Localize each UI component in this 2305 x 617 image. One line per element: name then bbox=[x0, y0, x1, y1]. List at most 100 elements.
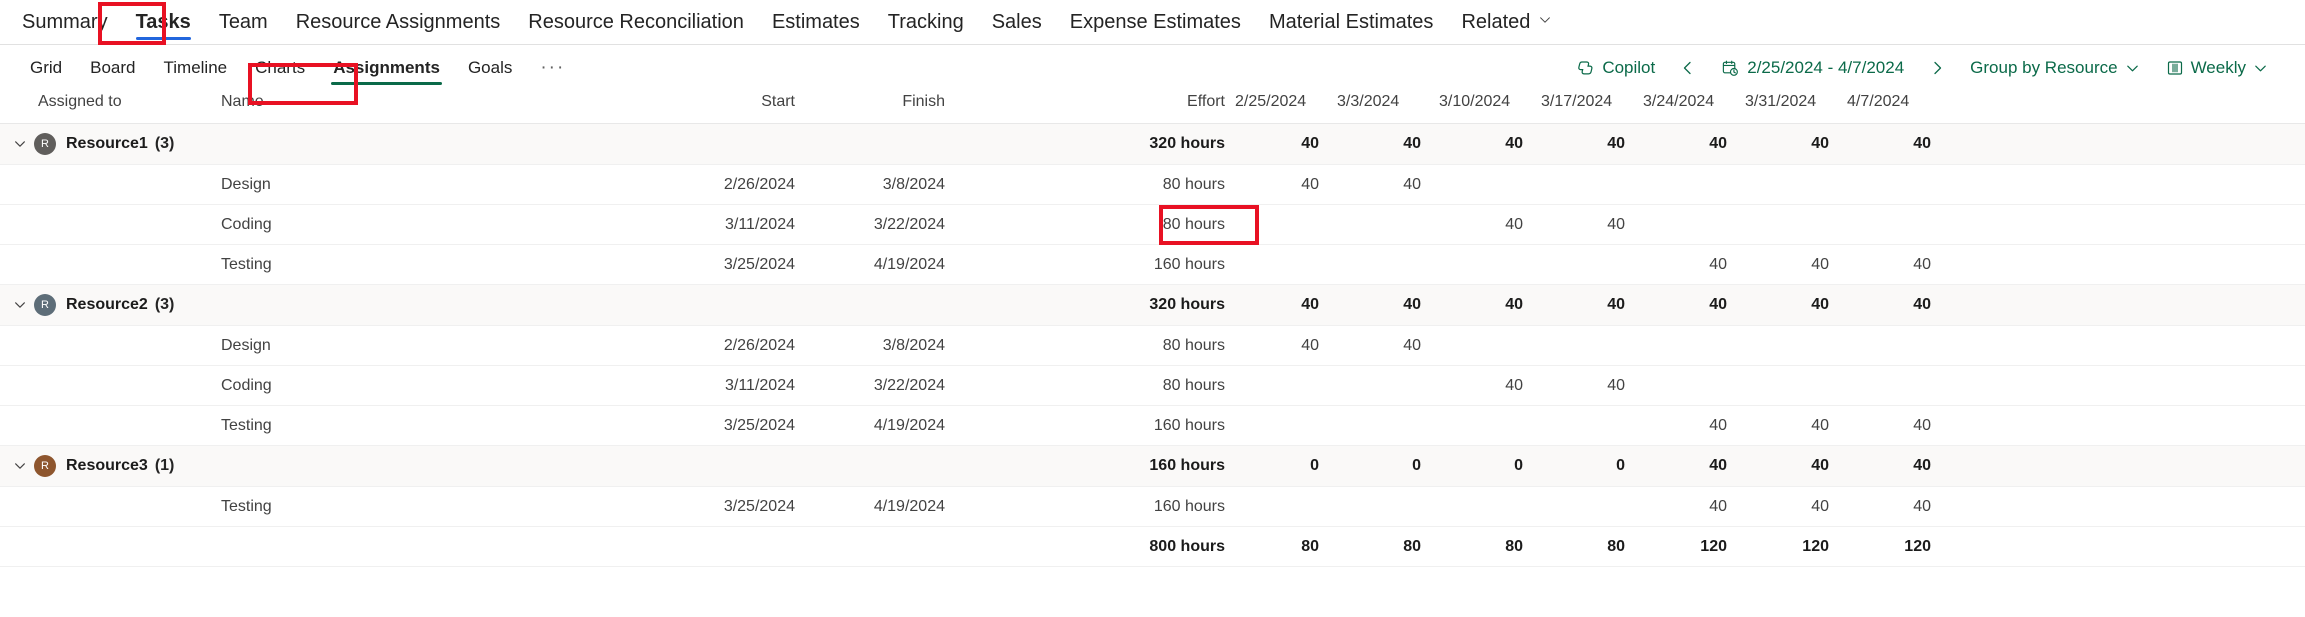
task-name-cell[interactable]: Coding bbox=[215, 216, 645, 234]
task-effort-cell[interactable]: 160 hours bbox=[1025, 498, 1225, 516]
task-name-cell[interactable]: Testing bbox=[215, 417, 645, 435]
week-value-cell[interactable]: 40 bbox=[1327, 337, 1429, 355]
column-header-week[interactable]: 3/10/2024 bbox=[1429, 93, 1531, 111]
week-value-cell[interactable]: 40 bbox=[1633, 498, 1735, 516]
week-value-cell[interactable]: 40 bbox=[1837, 457, 1939, 475]
column-header-week[interactable]: 2/25/2024 bbox=[1225, 93, 1327, 111]
task-start-cell[interactable]: 2/26/2024 bbox=[645, 337, 795, 355]
week-value-cell[interactable]: 40 bbox=[1429, 135, 1531, 153]
view-tab-assignments[interactable]: Assignments bbox=[319, 45, 454, 91]
view-tab-grid[interactable]: Grid bbox=[16, 45, 76, 91]
column-header-start[interactable]: Start bbox=[645, 91, 795, 111]
task-start-cell[interactable]: 2/26/2024 bbox=[645, 176, 795, 194]
week-value-cell[interactable]: 40 bbox=[1633, 135, 1735, 153]
week-value-cell[interactable]: 40 bbox=[1633, 296, 1735, 314]
week-value-cell[interactable]: 40 bbox=[1735, 256, 1837, 274]
task-row[interactable]: Design 2/26/2024 3/8/2024 80 hours 40 40 bbox=[0, 326, 2305, 366]
week-value-cell[interactable]: 120 bbox=[1735, 538, 1837, 556]
view-tab-charts[interactable]: Charts bbox=[241, 45, 319, 91]
week-value-cell[interactable]: 80 bbox=[1531, 538, 1633, 556]
week-value-cell[interactable]: 40 bbox=[1429, 216, 1531, 234]
week-value-cell[interactable]: 40 bbox=[1327, 135, 1429, 153]
week-value-cell[interactable]: 40 bbox=[1633, 256, 1735, 274]
topnav-item-material-estimates[interactable]: Material Estimates bbox=[1255, 0, 1448, 45]
task-finish-cell[interactable]: 3/8/2024 bbox=[795, 337, 945, 355]
week-value-cell[interactable]: 40 bbox=[1633, 417, 1735, 435]
week-value-cell[interactable]: 40 bbox=[1225, 176, 1327, 194]
week-value-cell[interactable]: 0 bbox=[1429, 457, 1531, 475]
task-finish-cell[interactable]: 4/19/2024 bbox=[795, 417, 945, 435]
view-tab-board[interactable]: Board bbox=[76, 45, 149, 91]
task-effort-cell[interactable]: 160 hours bbox=[1025, 417, 1225, 435]
topnav-item-estimates[interactable]: Estimates bbox=[758, 0, 874, 45]
week-value-cell[interactable]: 40 bbox=[1429, 377, 1531, 395]
task-effort-cell[interactable]: 80 hours bbox=[1025, 176, 1225, 194]
topnav-item-summary[interactable]: Summary bbox=[8, 0, 122, 45]
week-value-cell[interactable]: 40 bbox=[1225, 337, 1327, 355]
view-tab-timeline[interactable]: Timeline bbox=[150, 45, 242, 91]
week-value-cell[interactable]: 40 bbox=[1531, 296, 1633, 314]
view-tab-goals[interactable]: Goals bbox=[454, 45, 526, 91]
topnav-item-team[interactable]: Team bbox=[205, 0, 282, 45]
task-row[interactable]: Testing 3/25/2024 4/19/2024 160 hours 40 40 40 bbox=[0, 245, 2305, 285]
copilot-button[interactable]: Copilot bbox=[1563, 51, 1668, 85]
week-value-cell[interactable]: 40 bbox=[1327, 296, 1429, 314]
group-row[interactable]: R Resource3 (1) 160 hours 0 0 0 0 40 40 40 bbox=[0, 446, 2305, 487]
chevron-down-icon[interactable] bbox=[10, 137, 30, 151]
week-value-cell[interactable]: 40 bbox=[1735, 417, 1837, 435]
week-value-cell[interactable]: 40 bbox=[1837, 296, 1939, 314]
week-value-cell[interactable]: 40 bbox=[1837, 256, 1939, 274]
column-header-week[interactable]: 4/7/2024 bbox=[1837, 93, 1939, 111]
task-effort-cell[interactable]: 160 hours bbox=[1025, 256, 1225, 274]
column-header-assigned-to[interactable]: Assigned to bbox=[0, 91, 215, 111]
week-value-cell[interactable]: 40 bbox=[1327, 176, 1429, 194]
week-value-cell[interactable]: 0 bbox=[1531, 457, 1633, 475]
week-value-cell[interactable]: 0 bbox=[1225, 457, 1327, 475]
task-effort-cell[interactable]: 80 hours bbox=[1025, 337, 1225, 355]
task-finish-cell[interactable]: 4/19/2024 bbox=[795, 498, 945, 516]
task-finish-cell[interactable]: 4/19/2024 bbox=[795, 256, 945, 274]
topnav-item-related[interactable]: Related bbox=[1447, 0, 1566, 45]
chevron-down-icon[interactable] bbox=[10, 459, 30, 473]
group-row[interactable]: R Resource2 (3) 320 hours 40 40 40 40 40 40 40 bbox=[0, 285, 2305, 326]
task-start-cell[interactable]: 3/11/2024 bbox=[645, 216, 795, 234]
week-value-cell[interactable]: 0 bbox=[1327, 457, 1429, 475]
topnav-item-expense-estimates[interactable]: Expense Estimates bbox=[1056, 0, 1255, 45]
task-effort-cell[interactable]: 80 hours bbox=[1025, 216, 1225, 234]
task-finish-cell[interactable]: 3/22/2024 bbox=[795, 216, 945, 234]
week-value-cell[interactable]: 40 bbox=[1837, 135, 1939, 153]
column-header-week[interactable]: 3/17/2024 bbox=[1531, 93, 1633, 111]
task-row[interactable]: Coding 3/11/2024 3/22/2024 80 hours 40 40 bbox=[0, 205, 2305, 245]
week-value-cell[interactable]: 40 bbox=[1735, 457, 1837, 475]
column-header-week[interactable]: 3/31/2024 bbox=[1735, 93, 1837, 111]
task-row[interactable]: Testing 3/25/2024 4/19/2024 160 hours 40 40 40 bbox=[0, 406, 2305, 446]
column-header-effort[interactable]: Effort bbox=[1025, 91, 1225, 111]
column-header-finish[interactable]: Finish bbox=[795, 91, 945, 111]
week-value-cell[interactable]: 40 bbox=[1531, 135, 1633, 153]
topnav-item-resource-assignments[interactable]: Resource Assignments bbox=[282, 0, 515, 45]
week-value-cell[interactable]: 80 bbox=[1327, 538, 1429, 556]
date-range-picker[interactable]: 2/25/2024 - 4/7/2024 bbox=[1708, 51, 1917, 85]
period-granularity-dropdown[interactable]: Weekly bbox=[2153, 51, 2281, 85]
topnav-item-sales[interactable]: Sales bbox=[978, 0, 1056, 45]
task-finish-cell[interactable]: 3/22/2024 bbox=[795, 377, 945, 395]
task-start-cell[interactable]: 3/11/2024 bbox=[645, 377, 795, 395]
task-row[interactable]: Design 2/26/2024 3/8/2024 80 hours 40 40 bbox=[0, 165, 2305, 205]
week-value-cell[interactable]: 40 bbox=[1837, 417, 1939, 435]
task-name-cell[interactable]: Design bbox=[215, 176, 645, 194]
week-value-cell[interactable]: 40 bbox=[1735, 296, 1837, 314]
task-name-cell[interactable]: Design bbox=[215, 337, 645, 355]
week-value-cell[interactable]: 80 bbox=[1225, 538, 1327, 556]
task-start-cell[interactable]: 3/25/2024 bbox=[645, 256, 795, 274]
task-row[interactable]: Coding 3/11/2024 3/22/2024 80 hours 40 40 bbox=[0, 366, 2305, 406]
task-row[interactable]: Testing 3/25/2024 4/19/2024 160 hours 40 40 40 bbox=[0, 487, 2305, 527]
week-value-cell[interactable]: 40 bbox=[1429, 296, 1531, 314]
topnav-item-resource-reconciliation[interactable]: Resource Reconciliation bbox=[514, 0, 758, 45]
chevron-down-icon[interactable] bbox=[10, 298, 30, 312]
column-header-name[interactable]: Name bbox=[215, 91, 645, 111]
group-by-dropdown[interactable]: Group by Resource bbox=[1957, 51, 2152, 85]
group-row[interactable]: R Resource1 (3) 320 hours 40 40 40 40 40 40 40 bbox=[0, 124, 2305, 165]
week-value-cell[interactable]: 40 bbox=[1225, 296, 1327, 314]
task-effort-cell[interactable]: 80 hours bbox=[1025, 377, 1225, 395]
topnav-item-tracking[interactable]: Tracking bbox=[874, 0, 978, 45]
